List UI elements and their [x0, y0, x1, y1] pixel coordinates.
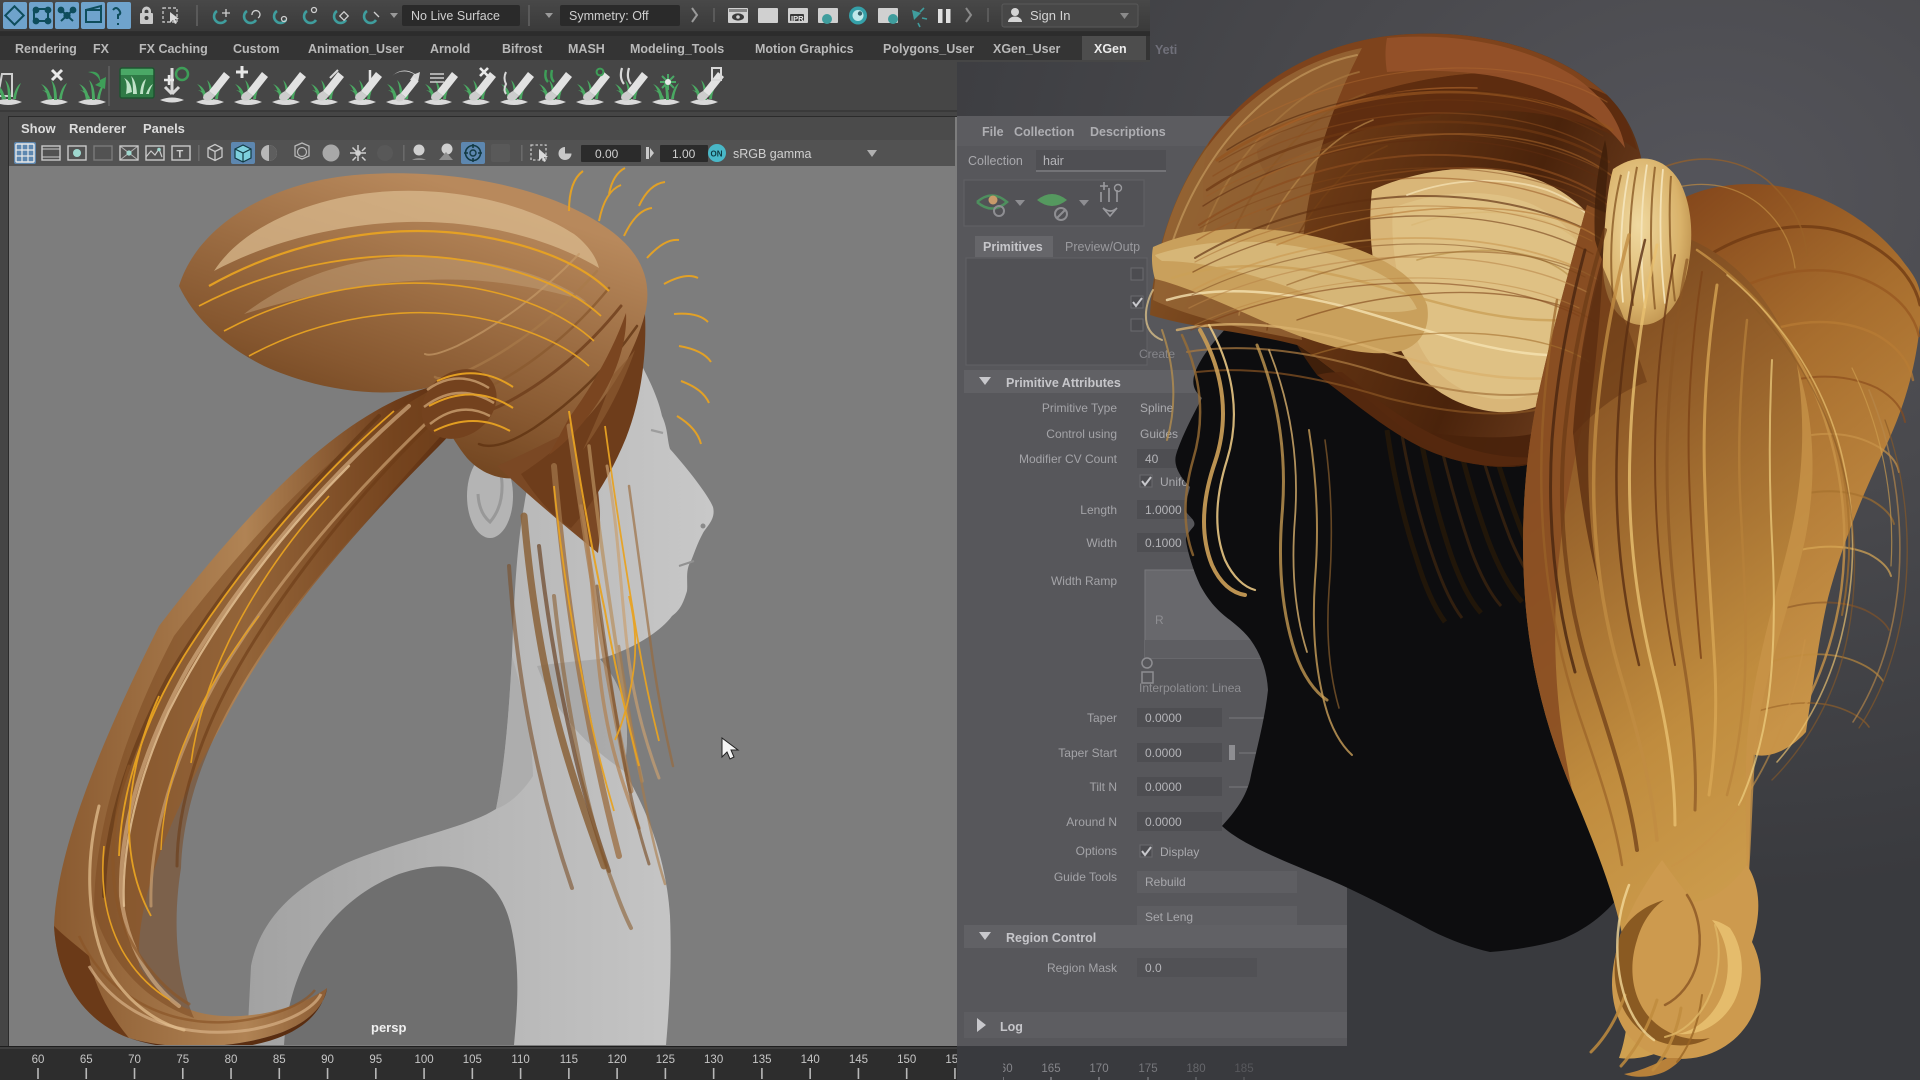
svg-text:FX: FX	[93, 42, 110, 56]
svg-text:Modeling_Tools: Modeling_Tools	[630, 42, 724, 56]
svg-text:persp: persp	[371, 1020, 406, 1035]
svg-text:135: 135	[752, 1054, 771, 1066]
svg-text:120: 120	[608, 1054, 627, 1066]
svg-text:80: 80	[225, 1054, 238, 1066]
svg-text:140: 140	[801, 1054, 820, 1066]
svg-text:105: 105	[463, 1054, 482, 1066]
svg-text:100: 100	[414, 1054, 433, 1066]
svg-text:Arnold: Arnold	[430, 42, 470, 56]
svg-text:IPR: IPR	[791, 14, 804, 23]
svg-text:0.00: 0.00	[595, 147, 619, 161]
svg-text:ON: ON	[711, 150, 723, 159]
svg-text:130: 130	[704, 1054, 723, 1066]
svg-text:145: 145	[849, 1054, 868, 1066]
svg-text:115: 115	[560, 1054, 578, 1066]
svg-text:85: 85	[273, 1054, 286, 1066]
svg-text:150: 150	[897, 1054, 916, 1066]
svg-text:No Live Surface: No Live Surface	[411, 9, 500, 23]
svg-text:60: 60	[32, 1054, 45, 1066]
svg-text:sRGB gamma: sRGB gamma	[733, 147, 812, 161]
svg-text:125: 125	[656, 1054, 675, 1066]
svg-text:Motion Graphics: Motion Graphics	[755, 42, 854, 56]
svg-text:1.00: 1.00	[672, 147, 696, 161]
svg-text:Custom: Custom	[233, 42, 280, 56]
svg-text:Bifrost: Bifrost	[502, 42, 543, 56]
svg-text:90: 90	[321, 1054, 334, 1066]
svg-text:65: 65	[80, 1054, 93, 1066]
svg-text:T: T	[177, 149, 184, 161]
svg-text:Animation_User: Animation_User	[308, 42, 404, 56]
svg-text:MASH: MASH	[568, 42, 605, 56]
svg-text:75: 75	[176, 1054, 189, 1066]
svg-text:Rendering: Rendering	[15, 42, 77, 56]
svg-text:Symmetry: Off: Symmetry: Off	[569, 9, 649, 23]
svg-text:110: 110	[511, 1054, 529, 1066]
svg-text:Yeti: Yeti	[1155, 43, 1177, 57]
svg-text:FX Caching: FX Caching	[139, 42, 208, 56]
svg-text:95: 95	[369, 1054, 382, 1066]
svg-text:70: 70	[128, 1054, 141, 1066]
